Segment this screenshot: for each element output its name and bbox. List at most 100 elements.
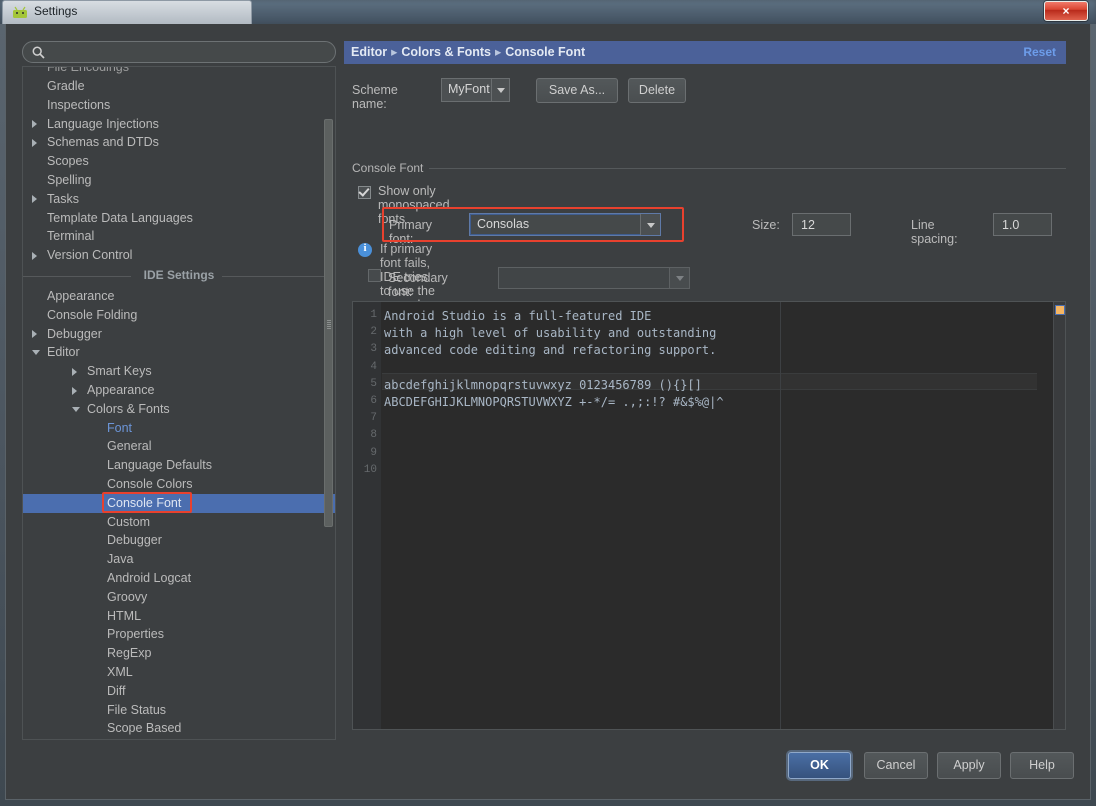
save-as-button[interactable]: Save As...	[536, 78, 618, 103]
chevron-right-icon[interactable]	[72, 367, 77, 376]
font-preview-editor[interactable]: 1 2 3 4 5 6 7 8 9 10 Android Studio is a full-fea…	[352, 301, 1066, 730]
breadcrumb: Editor ▸ Colors & Fonts ▸ Console Font	[351, 44, 585, 59]
sidebar-item-console-folding[interactable]: Console Folding	[23, 306, 335, 325]
search-icon	[32, 46, 45, 59]
sidebar-item-colors-fonts[interactable]: Colors & Fonts	[23, 400, 335, 419]
console-font-group-title: Console Font	[352, 161, 430, 175]
chevron-down-icon[interactable]	[491, 79, 509, 101]
sidebar-item-label: Colors & Fonts	[87, 401, 170, 416]
preview-code-line: ABCDEFGHIJKLMNOPQRSTUVWXYZ +-*/= .,;:!? …	[384, 395, 724, 409]
sidebar-item-file-status[interactable]: File Status	[23, 701, 335, 720]
sidebar-item-spelling[interactable]: Spelling	[23, 171, 335, 190]
line-spacing-input[interactable]	[993, 213, 1052, 236]
sidebar-item-editor[interactable]: Editor	[23, 343, 335, 362]
sidebar-item-label: Version Control	[47, 248, 133, 263]
group-divider	[352, 168, 1066, 169]
sidebar-item-html[interactable]: HTML	[23, 607, 335, 626]
breadcrumb-part[interactable]: Editor	[351, 45, 387, 59]
settings-tree[interactable]: File Encodings Gradle Inspections Language …	[22, 66, 336, 740]
sidebar-item-debugger[interactable]: Debugger	[23, 531, 335, 550]
secondary-font-select[interactable]	[498, 267, 690, 289]
sidebar-item-language-injections[interactable]: Language Injections	[23, 115, 335, 134]
secondary-font-checkbox[interactable]	[368, 269, 381, 282]
delete-button[interactable]: Delete	[628, 78, 686, 103]
line-number: 1	[370, 309, 377, 321]
sidebar-item-console-colors[interactable]: Console Colors	[23, 475, 335, 494]
sidebar-item-schemas-and-dtds[interactable]: Schemas and DTDs	[23, 133, 335, 152]
primary-font-select[interactable]: Consolas	[469, 213, 661, 236]
sidebar-item-scopes[interactable]: Scopes	[23, 152, 335, 171]
sidebar-item-appearance[interactable]: Appearance	[23, 287, 335, 306]
settings-search-box[interactable]	[22, 41, 336, 63]
breadcrumb-part[interactable]: Console Font	[505, 45, 585, 59]
search-input[interactable]	[49, 42, 329, 62]
close-button[interactable]: ×	[1044, 1, 1088, 21]
chevron-right-icon[interactable]	[32, 120, 37, 129]
chevron-down-icon[interactable]	[640, 214, 660, 235]
chevron-right-icon[interactable]	[32, 195, 37, 204]
help-button[interactable]: Help	[1010, 752, 1074, 779]
line-number: 5	[370, 377, 377, 390]
sidebar-item-language-defaults[interactable]: Language Defaults	[23, 456, 335, 475]
sidebar-item-properties[interactable]: Properties	[23, 625, 335, 644]
sidebar-item-gradle[interactable]: Gradle	[23, 77, 335, 96]
sidebar-item-tasks[interactable]: Tasks	[23, 190, 335, 209]
show-monospaced-checkbox[interactable]	[358, 186, 371, 199]
sidebar-item-label: File Encodings	[47, 67, 129, 74]
sidebar-item-template-data-languages[interactable]: Template Data Languages	[23, 209, 335, 228]
sidebar-item-android-logcat[interactable]: Android Logcat	[23, 569, 335, 588]
sidebar-item-label: Terminal	[47, 229, 95, 244]
cancel-button[interactable]: Cancel	[864, 752, 928, 779]
chevron-down-icon[interactable]	[669, 268, 689, 288]
sidebar-item-debugger[interactable]: Debugger	[23, 325, 335, 344]
sidebar-item-diff[interactable]: Diff	[23, 682, 335, 701]
scheme-name-select[interactable]: MyFont	[441, 78, 510, 102]
stripe-marker[interactable]	[1055, 305, 1065, 315]
line-spacing-input-value[interactable]	[1000, 217, 1046, 233]
sidebar-item-scope-based[interactable]: Scope Based	[23, 719, 335, 738]
title-bar: Settings ×	[0, 0, 1096, 24]
size-input[interactable]	[792, 213, 851, 236]
preview-code-line: abcdefghijklmnopqrstuvwxyz 0123456789 ()…	[384, 377, 702, 392]
sidebar-item-custom[interactable]: Custom	[23, 513, 335, 532]
sidebar-item-label: Gradle	[47, 79, 85, 93]
chevron-right-icon[interactable]	[32, 330, 37, 339]
background-window-titles	[258, 3, 958, 21]
sidebar-item-label: Spelling	[47, 173, 92, 187]
sidebar-item-label: XML	[107, 665, 133, 679]
size-input-value[interactable]	[799, 217, 845, 233]
line-number: 9	[370, 446, 377, 459]
sidebar-item-appearance[interactable]: Appearance	[23, 381, 335, 400]
chevron-down-icon[interactable]	[72, 406, 80, 412]
chevron-right-icon[interactable]	[72, 386, 77, 395]
sidebar-item-label: Console Folding	[47, 307, 138, 322]
sidebar-item-font[interactable]: Font	[23, 419, 335, 438]
sidebar-item-java[interactable]: Java	[23, 550, 335, 569]
sidebar-item-groovy[interactable]: Groovy	[23, 588, 335, 607]
breadcrumb-part[interactable]: Colors & Fonts	[401, 45, 491, 59]
chevron-right-icon[interactable]	[32, 138, 37, 147]
size-label: Size:	[752, 218, 780, 232]
breadcrumb-bar: Editor ▸ Colors & Fonts ▸ Console Font Reset	[344, 41, 1066, 64]
breadcrumb-separator: ▸	[391, 45, 398, 59]
sidebar-item-inspections[interactable]: Inspections	[23, 96, 335, 115]
tree-scrollbar[interactable]	[324, 119, 333, 527]
sidebar-item-file-encodings[interactable]: File Encodings	[23, 67, 335, 77]
reset-link[interactable]: Reset	[1023, 45, 1056, 59]
sidebar-item-console-font[interactable]: Console Font	[23, 493, 335, 513]
apply-button[interactable]: Apply	[937, 752, 1001, 779]
line-number: 7	[370, 412, 377, 425]
sidebar-item-general[interactable]: General	[23, 437, 335, 456]
sidebar-item-smart-keys[interactable]: Smart Keys	[23, 362, 335, 381]
sidebar-item-label: General	[107, 439, 152, 454]
sidebar-item-version-control[interactable]: Version Control	[23, 246, 335, 265]
sidebar-item-regexp[interactable]: RegExp	[23, 644, 335, 663]
chevron-down-icon[interactable]	[32, 350, 40, 356]
sidebar-item-xml[interactable]: XML	[23, 663, 335, 682]
line-number: 3	[370, 343, 377, 356]
sidebar-item-label: Appearance	[47, 289, 115, 303]
chevron-right-icon[interactable]	[32, 251, 37, 260]
error-stripe-gutter[interactable]	[1053, 302, 1065, 729]
ok-button[interactable]: OK	[788, 752, 851, 779]
sidebar-item-terminal[interactable]: Terminal	[23, 227, 335, 246]
